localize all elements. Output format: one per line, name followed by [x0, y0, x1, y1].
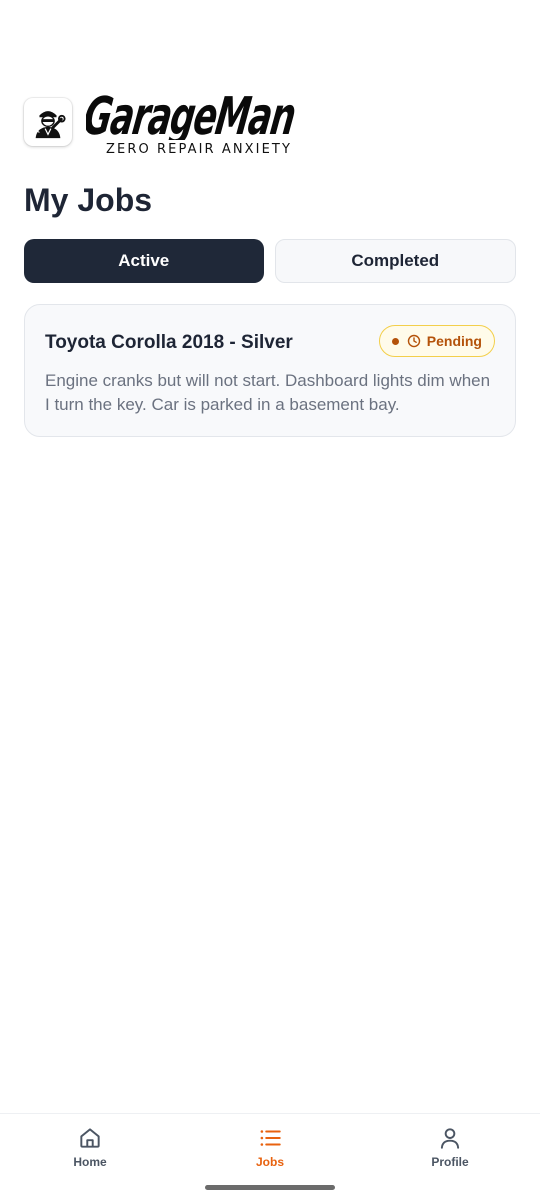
- status-dot: [391, 337, 399, 345]
- job-vehicle-title: Toyota Corolla 2018 - Silver: [45, 332, 293, 353]
- tab-completed[interactable]: Completed: [274, 239, 516, 283]
- job-status-tabs: Active Completed: [24, 239, 516, 285]
- tab-active[interactable]: Active: [24, 239, 264, 283]
- nav-item-home[interactable]: Home: [0, 1114, 180, 1184]
- nav-item-jobs[interactable]: Jobs: [180, 1114, 360, 1184]
- home-icon: [80, 1128, 100, 1148]
- mechanic-logo-icon: [24, 98, 72, 146]
- person-icon: [440, 1128, 460, 1149]
- status-badge: Pending: [378, 325, 495, 357]
- nav-label-home: Home: [73, 1155, 107, 1169]
- status-label: Pending: [426, 333, 482, 349]
- clock-icon: [407, 334, 420, 348]
- brand-header: GarageMan ZERO REPAIR ANXIETY: [24, 90, 324, 160]
- job-card[interactable]: Toyota Corolla 2018 - Silver Pending Eng…: [24, 304, 516, 437]
- nav-item-profile[interactable]: Profile: [360, 1114, 540, 1184]
- bottom-navigation: Home Jobs Profile: [0, 1113, 540, 1184]
- page-title: My Jobs: [24, 182, 153, 218]
- home-indicator[interactable]: [205, 1185, 335, 1190]
- job-description: Engine cranks but will not start. Dashbo…: [45, 371, 491, 414]
- nav-label-profile: Profile: [431, 1155, 469, 1169]
- brand-tagline: ZERO REPAIR ANXIETY: [106, 142, 293, 157]
- nav-label-jobs: Jobs: [255, 1155, 284, 1169]
- svg-text:GarageMan: GarageMan: [86, 90, 298, 140]
- list-icon: [260, 1130, 281, 1146]
- garageman-wordmark-logo: GarageMan: [86, 90, 298, 140]
